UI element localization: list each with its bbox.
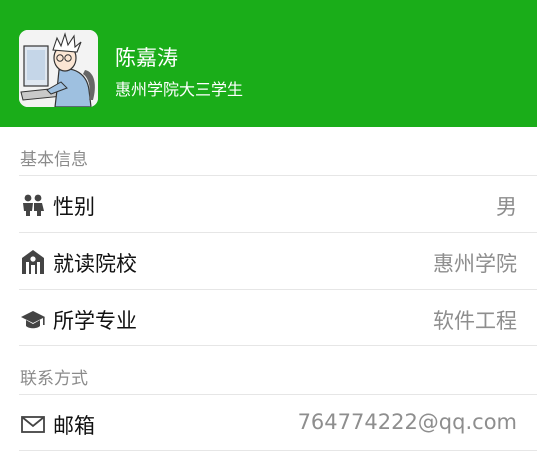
- divider: [19, 345, 537, 346]
- gender-label: 性别: [53, 195, 95, 219]
- profile-subtitle: 惠州学院大三学生: [115, 80, 244, 99]
- row-school[interactable]: 就读院校 惠州学院: [0, 233, 537, 289]
- school-value: 惠州学院: [433, 252, 517, 276]
- email-value[interactable]: 764774222@qq.com: [298, 410, 517, 434]
- divider: [19, 450, 537, 451]
- row-email[interactable]: 邮箱 764774222@qq.com: [0, 395, 537, 451]
- cartoon-programmer-image: [19, 30, 98, 107]
- section-title-basic-info: 基本信息: [20, 150, 88, 170]
- row-gender[interactable]: 性别 男: [0, 176, 537, 232]
- email-label: 邮箱: [53, 414, 95, 438]
- graduation-cap-icon: [20, 306, 46, 332]
- people-icon: [20, 192, 46, 218]
- profile-name: 陈嘉涛: [115, 46, 178, 70]
- section-title-contact: 联系方式: [20, 369, 88, 389]
- row-major[interactable]: 所学专业 软件工程: [0, 290, 537, 346]
- gender-value: 男: [496, 195, 517, 219]
- major-value: 软件工程: [433, 309, 517, 333]
- profile-header: 陈嘉涛 惠州学院大三学生: [0, 0, 537, 127]
- school-label: 就读院校: [53, 252, 137, 276]
- school-building-icon: [20, 249, 46, 275]
- major-label: 所学专业: [53, 309, 137, 333]
- avatar[interactable]: [19, 30, 98, 107]
- mail-icon: [20, 411, 46, 437]
